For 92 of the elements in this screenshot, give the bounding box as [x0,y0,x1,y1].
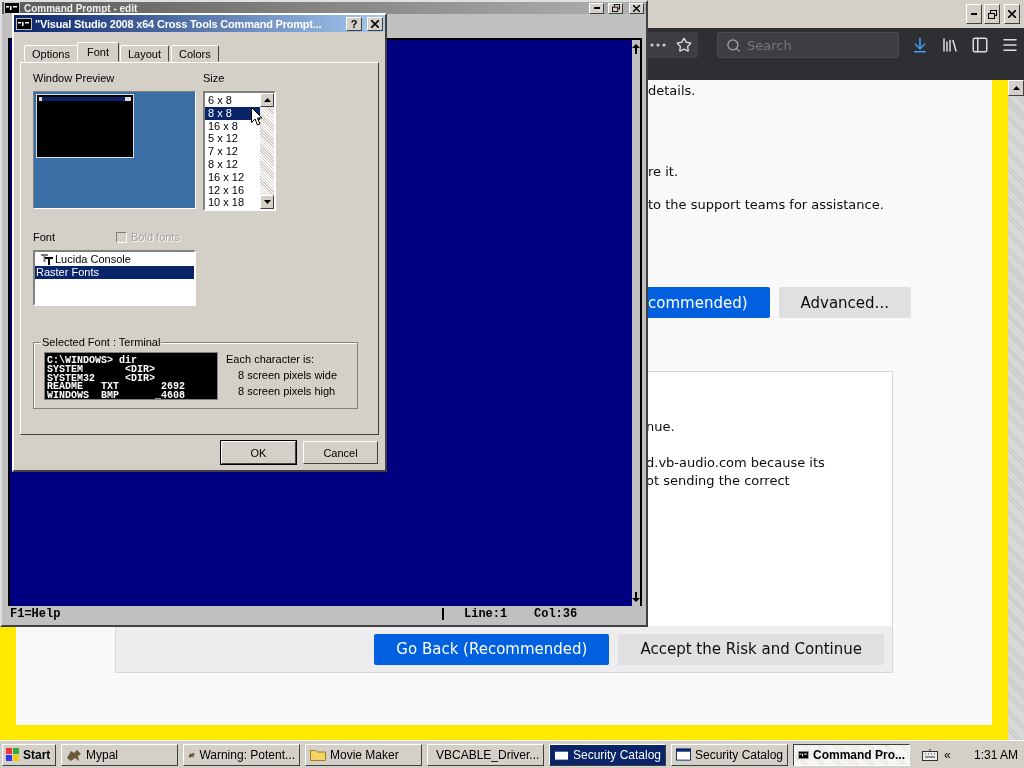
scroll-up-icon [263,98,271,102]
size-option[interactable]: 10 x 18 [205,196,260,210]
bookmark-star-icon[interactable] [676,37,692,53]
console-icon [798,748,809,761]
close-button[interactable] [629,2,644,14]
tab[interactable]: Options [24,45,78,62]
taskbar-button[interactable]: Movie Maker [305,743,422,766]
scroll-up-icon [1012,86,1020,90]
preview-line: WINDOWS BMP _4608 [47,390,187,399]
search-field[interactable]: Search [717,32,899,58]
window-title: Command Prompt - edit [24,2,139,14]
restore-icon [987,9,997,19]
preview-line: SYSTEM <DIR> [47,363,157,373]
size-label: Size [203,72,226,84]
line-number: Line:1 [463,606,509,621]
taskbar-button[interactable]: Mypal [61,743,178,766]
taskbar-button[interactable]: Command Pro... [793,743,910,766]
cancel-button[interactable]: Cancel [303,441,378,464]
more-icon[interactable] [650,43,666,47]
window-icon [554,748,569,761]
minimize-button[interactable] [966,4,982,24]
ok-button[interactable]: OK [221,441,296,464]
close-button[interactable] [1004,4,1020,24]
tab[interactable]: Font [76,42,119,62]
search-input[interactable]: Search [747,37,887,53]
font-option[interactable]: Lucida Console [35,253,194,266]
tab[interactable]: Layout [119,45,169,62]
creature-icon [66,747,82,762]
close-icon [371,19,379,28]
go-back-button[interactable]: Go Back (Recommended) [374,633,610,665]
taskbar-button[interactable]: Security Catalog [671,743,788,766]
primary-button[interactable]: commended) [648,287,770,318]
mouse-pointer-icon [251,107,263,126]
size-option[interactable]: 8 x 12 [205,158,260,171]
library-icon[interactable] [941,36,959,54]
scroll-down-icon [263,200,271,204]
help-button[interactable]: ? [346,16,362,31]
search-icon [726,37,741,53]
size-option[interactable]: 5 x 12 [205,132,260,146]
sidebar-icon[interactable] [971,36,989,54]
column-number: Col:36 [534,606,578,621]
folder-icon [310,748,326,761]
size-list[interactable]: 6 x 8 8 x 8 16 x 8 5 x 12 7 x 12 8 x 12 16 x 12 12 x 16 10 x 18 [203,91,276,211]
minimize-icon [971,13,977,15]
taskbar-button[interactable]: VBCABLE_Driver... [427,743,544,766]
size-option[interactable]: 6 x 8 [205,94,260,107]
clock: 1:31 AM [973,747,1018,762]
preview-line: SYSTEM32 <DIR> [47,372,157,382]
show-hidden-icons-button[interactable]: « [944,747,951,762]
size-option[interactable]: 12 x 16 [205,183,260,197]
help-hint: F1=Help [9,606,62,621]
font-option[interactable]: Raster Fonts [35,265,194,279]
font-label: Font [33,231,56,243]
size-option[interactable]: 7 x 12 [205,145,260,158]
restore-button[interactable] [984,4,1000,24]
start-button[interactable]: Start [2,743,56,766]
page-text: to the support teams for assistance. [648,196,885,214]
scroll-up-icon[interactable] [632,44,640,54]
panel-text: d.vb-audio.com because its [646,454,826,472]
group-label: Selected Font : Terminal [41,336,162,348]
font-list[interactable]: Lucida Console Raster Fonts [33,250,196,306]
preview-line: C:\WINDOWS> dir [47,355,137,364]
download-icon[interactable] [911,36,929,54]
info-heading: Each character is: [226,353,316,365]
info-text: 8 screen pixels wide [237,369,338,381]
console-icon [16,17,32,30]
windows-logo-icon [6,748,20,761]
restore-button[interactable] [608,2,623,14]
info-text: 8 screen pixels high [237,385,337,397]
menu-icon[interactable] [1001,36,1019,54]
tab[interactable]: Colors [170,45,219,62]
advanced-button[interactable]: Advanced... [778,287,911,318]
minimize-icon [593,7,600,9]
scrollbar[interactable] [1008,80,1024,740]
size-option[interactable]: 16 x 12 [205,170,260,184]
accept-risk-button[interactable]: Accept the Risk and Continue [618,633,884,665]
page-text: re it. [648,163,680,181]
taskbar-button[interactable]: Warning: Potent... [183,743,300,766]
dialog-title: "Visual Studio 2008 x64 Cross Tools Command Prompt... [35,17,323,30]
truetype-icon [41,253,53,265]
keyboard-icon[interactable] [922,748,938,761]
restore-icon [611,4,620,12]
window-preview-label: Window Preview [33,72,116,84]
close-icon [633,4,640,12]
page-text: details. [648,82,697,100]
close-icon [1008,10,1016,18]
taskbar-button[interactable]: Security Catalog [549,743,666,766]
window-icon [676,748,691,761]
preview-line: README TXT 2692 [47,381,187,391]
close-button[interactable] [367,16,383,31]
scroll-down-icon[interactable] [632,592,640,602]
minimize-button[interactable] [589,2,604,14]
